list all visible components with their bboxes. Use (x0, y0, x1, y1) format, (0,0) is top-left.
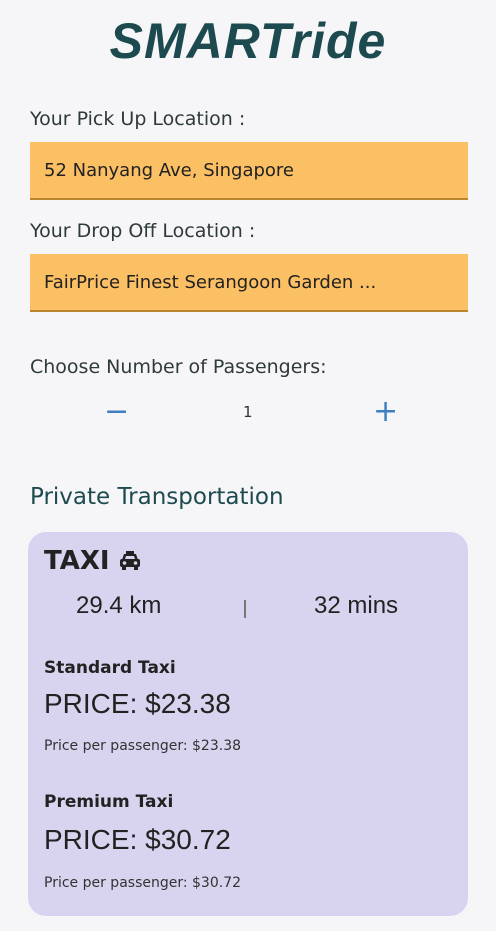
premium-taxi-name: Premium Taxi (44, 792, 174, 812)
passenger-stepper: − 1 + (0, 392, 496, 432)
trip-duration: 32 mins (314, 592, 399, 619)
standard-taxi-price: PRICE: $23.38 (44, 688, 231, 719)
decrement-button[interactable]: − (104, 392, 129, 432)
pickup-label: Your Pick Up Location : (30, 108, 246, 130)
card-title: TAXI (44, 546, 142, 576)
dropoff-label: Your Drop Off Location : (30, 220, 256, 242)
pickup-field[interactable]: 52 Nanyang Ave, Singapore (30, 142, 468, 200)
taxi-icon (119, 551, 140, 570)
premium-taxi-price: PRICE: $30.72 (44, 824, 231, 855)
passengers-label: Choose Number of Passengers: (30, 356, 327, 378)
trip-distance: 29.4 km (76, 592, 162, 619)
increment-button[interactable]: + (373, 392, 398, 432)
section-title: Private Transportation (30, 484, 284, 510)
taxi-card[interactable]: TAXI 29.4 km 32 mins Standard Taxi PRICE… (28, 532, 468, 916)
dropoff-field[interactable]: FairPrice Finest Serangoon Garden ... (30, 254, 468, 312)
standard-price-per-passenger: Price per passenger: $23.38 (44, 738, 242, 754)
passenger-count: 1 (243, 403, 253, 421)
standard-taxi-name: Standard Taxi (44, 658, 176, 678)
app-logo: SMARTride (109, 13, 387, 69)
taxi-title: TAXI (44, 546, 110, 576)
divider (244, 600, 246, 618)
premium-price-per-passenger: Price per passenger: $30.72 (44, 875, 242, 891)
